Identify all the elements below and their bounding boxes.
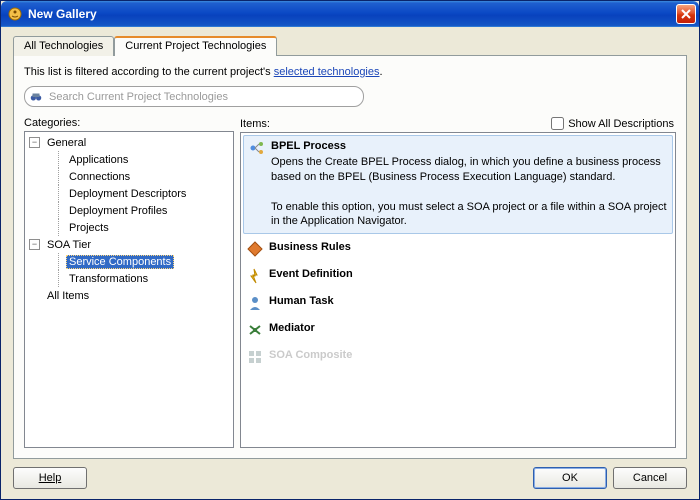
tree-label[interactable]: Transformations	[66, 272, 151, 286]
tree-label[interactable]: Connections	[66, 170, 133, 184]
cancel-button[interactable]: Cancel	[613, 467, 687, 489]
search-box[interactable]	[24, 86, 364, 107]
tree-label[interactable]: All Items	[44, 289, 92, 303]
item-row[interactable]: Business Rules	[241, 236, 675, 263]
tree-node[interactable]: −General	[29, 134, 233, 151]
tree-label[interactable]: General	[44, 136, 89, 150]
collapse-toggle[interactable]: −	[29, 239, 40, 250]
app-icon	[7, 6, 23, 22]
human-task-icon	[247, 295, 263, 311]
bpel-icon	[249, 140, 265, 156]
item-name: Business Rules	[269, 241, 669, 253]
tree-node[interactable]: Service Components	[29, 253, 233, 270]
item-row[interactable]: BPEL Process Opens the Create BPEL Proces…	[243, 135, 673, 234]
item-row[interactable]: Event Definition	[241, 263, 675, 290]
tree-label[interactable]: Applications	[66, 153, 131, 167]
titlebar[interactable]: New Gallery	[1, 1, 699, 27]
items-panel: Items: Show All Descriptions BPEL Proces…	[240, 115, 676, 448]
item-description: Opens the Create BPEL Process dialog, in…	[271, 155, 667, 229]
tree-label[interactable]: SOA Tier	[44, 238, 94, 252]
tree-label[interactable]: Service Components	[66, 255, 174, 269]
item-row[interactable]: Mediator	[241, 317, 675, 344]
composite-icon	[247, 349, 263, 365]
items-list[interactable]: BPEL Process Opens the Create BPEL Proces…	[240, 132, 676, 448]
tree-label[interactable]: Deployment Descriptors	[66, 187, 189, 201]
tree-node[interactable]: Transformations	[29, 270, 233, 287]
search-input[interactable]	[47, 90, 355, 104]
rules-icon	[247, 241, 263, 257]
tree-node[interactable]: Applications	[29, 151, 233, 168]
item-row[interactable]: Human Task	[241, 290, 675, 317]
item-name: Human Task	[269, 295, 669, 307]
filter-description: This list is filtered according to the c…	[24, 66, 676, 78]
binoculars-icon	[29, 90, 43, 104]
tree-node[interactable]: Connections	[29, 168, 233, 185]
tab-current-project-technologies[interactable]: Current Project Technologies	[114, 36, 277, 56]
tree-node[interactable]: Deployment Descriptors	[29, 185, 233, 202]
categories-header: Categories:	[24, 117, 232, 129]
tab-all-technologies[interactable]: All Technologies	[13, 36, 114, 56]
new-gallery-dialog: New Gallery All Technologies Current Pro…	[0, 0, 700, 500]
show-all-descriptions-label[interactable]: Show All Descriptions	[551, 117, 674, 130]
tree-label[interactable]: Projects	[66, 221, 112, 235]
mediator-icon	[247, 322, 263, 338]
tab-panel: This list is filtered according to the c…	[13, 56, 687, 459]
item-name: SOA Composite	[269, 349, 669, 361]
categories-tree[interactable]: −GeneralApplicationsConnectionsDeploymen…	[24, 131, 234, 448]
items-header: Items:	[240, 118, 551, 130]
item-name: Mediator	[269, 322, 669, 334]
window-title: New Gallery	[28, 7, 676, 21]
item-name: BPEL Process	[271, 140, 667, 152]
tree-label[interactable]: Deployment Profiles	[66, 204, 170, 218]
dialog-content: All Technologies Current Project Technol…	[1, 27, 699, 499]
help-button[interactable]: Help	[13, 467, 87, 489]
item-name: Event Definition	[269, 268, 669, 280]
show-all-descriptions-checkbox[interactable]	[551, 117, 564, 130]
item-row: SOA Composite	[241, 344, 675, 371]
tree-node[interactable]: Projects	[29, 219, 233, 236]
selected-technologies-link[interactable]: selected technologies	[274, 66, 380, 78]
event-icon	[247, 268, 263, 284]
button-bar: Help OK Cancel	[13, 459, 687, 489]
tree-node[interactable]: Deployment Profiles	[29, 202, 233, 219]
close-button[interactable]	[676, 4, 696, 24]
categories-panel: Categories: −GeneralApplicationsConnecti…	[24, 115, 234, 448]
tree-node[interactable]: −SOA Tier	[29, 236, 233, 253]
ok-button[interactable]: OK	[533, 467, 607, 489]
collapse-toggle[interactable]: −	[29, 137, 40, 148]
technology-tabs: All Technologies Current Project Technol…	[13, 35, 687, 56]
tree-node[interactable]: All Items	[29, 287, 233, 304]
